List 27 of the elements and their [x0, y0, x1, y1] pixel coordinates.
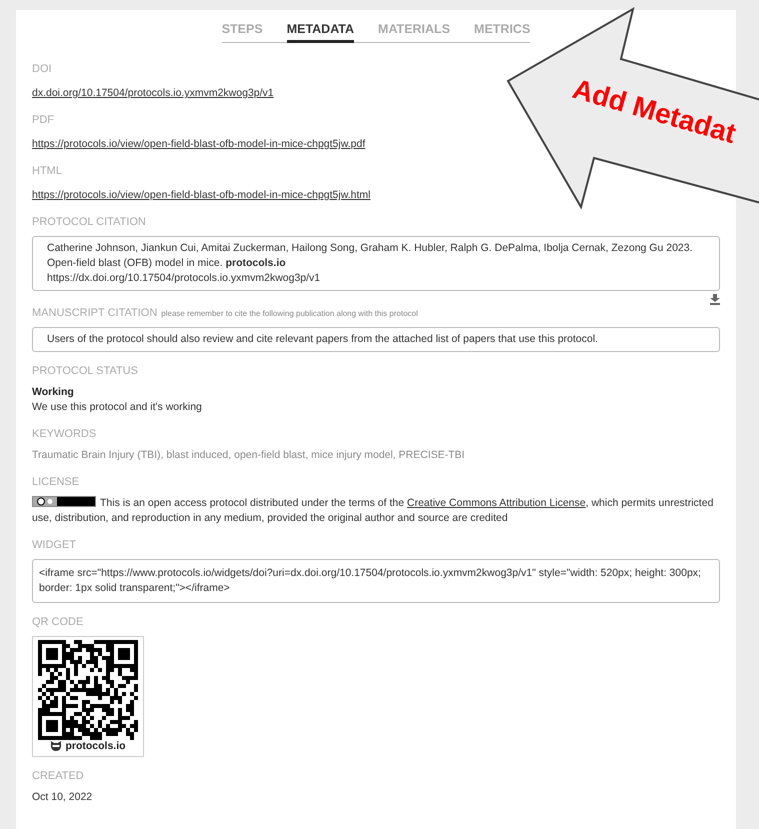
link[interactable]: https://protocols.io/view/open-field-blast-ofb-model-in-mice-chpgt5jw.html: [32, 189, 370, 201]
status-text: We use this protocol and it's working: [32, 400, 203, 415]
section-label: QR CODE: [32, 616, 84, 628]
widget-code-box[interactable]: <iframe src="https://www.protocols.io/widgets/doi?uri=dx.doi.org/10.17504/protocols.io.yxmvm2kwog3p/v1" style="width: 520px; height: 300px; border: 1px solid transparent;"></iframe>: [32, 559, 720, 603]
link[interactable]: https://protocols.io/view/open-field-blast-ofb-model-in-mice-chpgt5jw.pdf: [32, 138, 366, 150]
section-label: CREATED: [32, 770, 85, 782]
section-label: MANUSCRIPT CITATION: [32, 307, 158, 319]
section-label: LICENSE: [32, 476, 80, 488]
section-label: PROTOCOL STATUS: [32, 365, 139, 377]
manuscript-citation-box: Users of the protocol should also review and cite relevant papers from the attached list of papers that use this protocol.: [32, 327, 720, 352]
label-note: please remember to cite the following publication along with this protocol: [161, 309, 418, 318]
section-label: KEYWORDS: [32, 428, 98, 440]
tab[interactable]: METADATA: [286, 20, 354, 43]
keywords-text: Traumatic Brain Injury (TBI), blast induced, open-field blast, mice injury model, PRECISE-TBI: [32, 448, 466, 463]
section-label: PROTOCOL CITATION: [32, 216, 147, 228]
download-icon[interactable]: [710, 294, 720, 305]
section-label: WIDGET: [32, 539, 77, 551]
section-label: DOI: [32, 63, 53, 75]
link[interactable]: dx.doi.org/10.17504/protocols.io.yxmvm2kwog3p/v1: [32, 87, 274, 99]
license-link[interactable]: Creative Commons Attribution License: [407, 497, 586, 509]
license-text: This is an open access protocol distributed under the terms of the Creative Commons Attribution License, which permits unrestricted use, distribution, and reproduction in any medium, provided the original author and source are credited: [32, 496, 714, 526]
status-title: Working: [32, 385, 75, 400]
cc-by-badge-icon: [32, 496, 96, 507]
section-label: HTML: [32, 165, 63, 177]
created-date: Oct 10, 2022: [32, 790, 94, 805]
citation-box: Catherine Johnson, Jiankun Cui, Amitai Zuckerman, Hailong Song, Graham K. Hubler, Ralph G. DePalma, Ibolja Cernak, Zezong Gu 2023. Open-field blast (OFB) model in mice. protocols.io https://dx.doi.org/10.17504/protocols.io.yxmvm2kwog3p/v1: [32, 236, 720, 291]
qr-caption: protocols.io: [65, 740, 126, 752]
